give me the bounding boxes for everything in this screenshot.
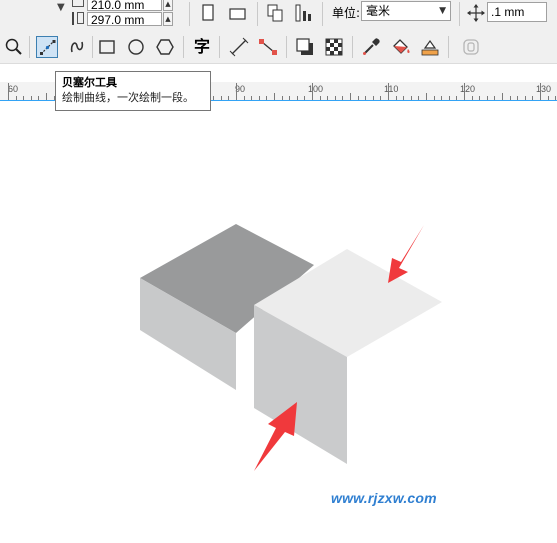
separator: [29, 36, 30, 58]
all-pages-icon: [267, 4, 283, 22]
nudge-distance-input[interactable]: .1 mm: [487, 2, 547, 22]
polygon-icon: [156, 39, 174, 55]
separator: [322, 2, 323, 26]
ruler-tick: [274, 93, 275, 100]
zoom-icon: [5, 38, 22, 55]
ruler-tick: [502, 93, 503, 100]
ruler-label: 130: [536, 84, 552, 94]
all-pages-button[interactable]: [264, 2, 286, 24]
artistic-media-tool-button[interactable]: [66, 36, 88, 58]
drop-shadow-tool-button[interactable]: [294, 36, 316, 58]
width-icon: [72, 0, 84, 7]
page-height-spinner[interactable]: ▲: [163, 12, 173, 26]
zoom-tool-button[interactable]: [3, 36, 25, 58]
fill-icon: [393, 39, 410, 54]
separator: [183, 36, 184, 58]
chevron-down-icon: ▼: [439, 6, 446, 16]
separator: [352, 36, 353, 58]
smart-fill-icon: [463, 39, 479, 55]
artistic-media-icon: [70, 41, 84, 53]
landscape-icon: [229, 8, 246, 20]
separator: [448, 36, 449, 58]
bezier-icon: [40, 40, 56, 55]
rectangle-tool-button[interactable]: [96, 36, 118, 58]
separator: [219, 36, 220, 58]
width-dropdown-arrow-icon[interactable]: ▼: [57, 2, 65, 13]
toolbox: 字: [0, 30, 557, 64]
ruler-tick: [426, 93, 427, 100]
rectangle-icon: [99, 40, 115, 54]
page-width-spinner[interactable]: ▲: [163, 0, 173, 11]
height-icon: [72, 12, 84, 25]
ruler-label: 100: [308, 84, 324, 94]
units-label: 单位:: [332, 6, 361, 20]
ruler-tick: [8, 83, 9, 100]
portrait-icon: [202, 4, 214, 21]
tooltip-description: 绘制曲线，一次绘制一段。: [62, 91, 194, 104]
current-page-button[interactable]: [292, 2, 314, 24]
portrait-button[interactable]: [197, 2, 219, 24]
landscape-button[interactable]: [227, 2, 249, 24]
ruler-tick: [236, 83, 237, 100]
fill-tool-button[interactable]: [390, 36, 412, 58]
transparency-tool-button[interactable]: [323, 36, 345, 58]
interactive-fill-icon: [421, 39, 439, 56]
separator: [257, 2, 258, 26]
tool-tooltip: 贝塞尔工具 绘制曲线，一次绘制一段。: [55, 71, 211, 111]
ruler-tick: [388, 83, 389, 100]
drawing-canvas[interactable]: [0, 101, 557, 543]
separator: [286, 36, 287, 58]
separator: [92, 36, 93, 58]
bezier-tool-button[interactable]: [36, 36, 58, 58]
ellipse-icon: [128, 39, 144, 55]
ruler-tick: [464, 83, 465, 100]
units-dropdown[interactable]: 毫米 ▼: [361, 1, 451, 21]
tooltip-title: 贝塞尔工具: [62, 76, 117, 89]
ruler-label: 60: [8, 84, 19, 94]
polygon-tool-button[interactable]: [154, 36, 176, 58]
separator: [189, 2, 190, 26]
drop-shadow-icon: [296, 38, 313, 55]
text-tool-button[interactable]: 字: [191, 36, 213, 58]
ruler-tick: [312, 83, 313, 100]
ruler-tick: [46, 93, 47, 100]
parallel-dimension-icon: [229, 37, 249, 57]
separator: [459, 2, 460, 26]
top-arrow-icon: [388, 225, 424, 283]
page-height-input[interactable]: 297.0 mm: [87, 12, 162, 27]
ruler-tick: [540, 83, 541, 100]
smart-fill-tool-button[interactable]: [460, 36, 482, 58]
ellipse-tool-button[interactable]: [125, 36, 147, 58]
property-bar: 210.0 mm ▲ ▼ 297.0 mm ▲ 单位: 毫米 ▼ .1 mm: [0, 0, 557, 30]
units-value: 毫米: [366, 4, 391, 18]
ruler-label: 120: [460, 84, 476, 94]
connector-tool-button[interactable]: [257, 36, 279, 58]
current-page-icon: [295, 4, 311, 22]
connector-icon: [259, 39, 277, 55]
eyedropper-icon: [363, 38, 380, 55]
nudge-icon: [465, 2, 487, 24]
ruler-label: 110: [384, 84, 399, 94]
transparency-icon: [325, 38, 343, 56]
eyedropper-tool-button[interactable]: [360, 36, 382, 58]
site-watermark: www.rjzxw.com: [331, 490, 437, 506]
ruler-tick: [350, 93, 351, 100]
interactive-fill-tool-button[interactable]: [419, 36, 441, 58]
parallel-dimension-tool-button[interactable]: [228, 36, 250, 58]
text-icon: 字: [193, 37, 210, 56]
page-width-input[interactable]: 210.0 mm: [87, 0, 162, 12]
